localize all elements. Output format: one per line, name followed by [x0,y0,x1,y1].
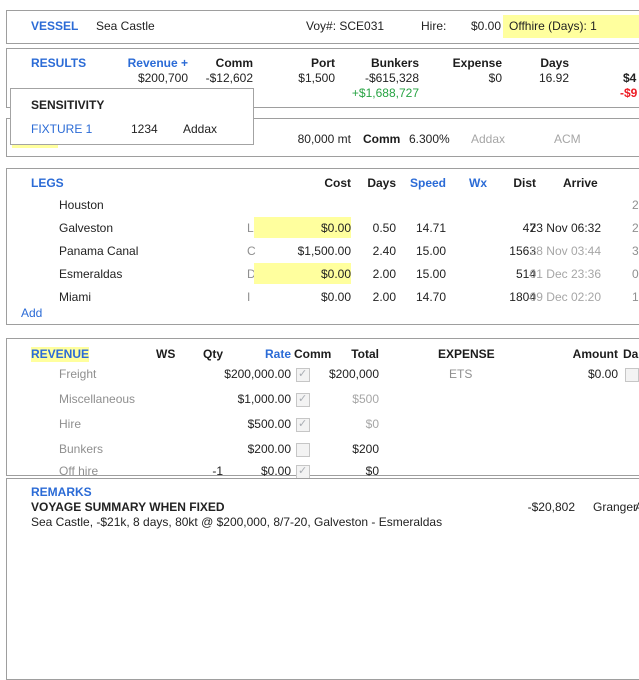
results-bunkers-delta-value: +$1,688,727 [339,86,419,101]
leg-port-name[interactable]: Miami [59,290,91,305]
leg-arrive-value: 01 Dec 23:36 [501,267,601,282]
revenue-total-value: $0 [309,417,379,432]
voyage-number: Voy#: SCE031 [306,19,384,34]
revenue-header-rate[interactable]: Rate [221,347,291,362]
remarks-title: VOYAGE SUMMARY WHEN FIXED [31,500,225,515]
results-header-bunkers: Bunkers [339,56,419,71]
vessel-section-label[interactable]: VESSEL [31,19,78,34]
revenue-total-value: $0 [309,464,379,479]
results-tce-delta-value: -$9 [620,86,637,101]
legs-header-speed[interactable]: Speed [376,176,446,191]
legs-header-dist: Dist [466,176,536,191]
revenue-row-label: Off hire [59,464,98,479]
revenue-comm-checkbox[interactable] [296,393,310,407]
hire-value-field[interactable]: $0.00 [441,19,501,34]
leg-port-name[interactable]: Houston [59,198,104,213]
revenue-comm-checkbox[interactable] [296,368,310,382]
vessel-name-field[interactable]: Sea Castle [96,19,155,34]
leg-cut-column: 2 [632,221,639,236]
revenue-comm-checkbox[interactable] [296,418,310,432]
leg-type-code: C [247,244,256,259]
leg-arrive-value: 09 Dec 02:20 [501,290,601,305]
leg-arrive-value: 23 Nov 06:32 [501,221,601,236]
revenue-total-value: $200,000 [309,367,379,382]
legs-header-arrive: Arrive [563,176,598,191]
revenue-rate-field[interactable]: $1,000.00 [221,392,291,407]
expense-amount-field[interactable]: $0.00 [548,367,618,382]
revenue-qty-field[interactable]: -1 [153,464,223,479]
leg-cost-field[interactable]: $0.00 [271,267,351,282]
leg-cost-field[interactable]: $0.00 [271,221,351,236]
revenue-total-value: $500 [309,392,379,407]
revenue-rate-field[interactable]: $200,000.00 [221,367,291,382]
revenue-row-label: Bunkers [59,442,103,457]
leg-cut-column: 0 [632,267,639,282]
leg-port-name[interactable]: Galveston [59,221,113,236]
revenue-row-label: Hire [59,417,81,432]
cargo-broker[interactable]: ACM [554,132,581,147]
revenue-row-label: Freight [59,367,96,382]
sensitivity-fixture-name: Addax [183,122,217,137]
leg-type-code: L [247,221,254,236]
sensitivity-fixture-link[interactable]: FIXTURE 1 [31,122,92,137]
cargo-comm-label: Comm [363,132,400,147]
leg-port-name[interactable]: Esmeraldas [59,267,122,282]
results-header-days: Days [489,56,569,71]
revenue-section-label[interactable]: REVENUE [31,347,89,362]
revenue-total-value: $200 [309,442,379,457]
expense-header-amount: Amount [548,347,618,362]
remarks-section: REMARKS VOYAGE SUMMARY WHEN FIXED Sea Ca… [6,478,639,680]
results-port-value: $1,500 [255,71,335,86]
results-section-label[interactable]: RESULTS [31,56,86,71]
results-header-comm: Comm [173,56,253,71]
results-days-value: 16.92 [489,71,569,86]
offhire-days-field[interactable]: Offhire (Days): 1 [509,19,597,34]
leg-port-name[interactable]: Panama Canal [59,244,138,259]
results-comm-value: -$12,602 [173,71,253,86]
remarks-pnl-value: -$20,802 [505,500,575,515]
remarks-date: Aug [635,500,639,515]
remarks-broker: Granger [593,500,637,515]
revenue-rate-field[interactable]: $500.00 [221,417,291,432]
revenue-header-qty: Qty [153,347,223,362]
leg-cut-column: 1 [632,290,639,305]
expense-section-label: EXPENSE [438,347,495,362]
revenue-section: REVENUE WS Qty Rate Comm Total EXPENSE A… [6,338,639,476]
results-bunkers-value: -$615,328 [339,71,419,86]
results-header-port: Port [255,56,335,71]
revenue-comm-checkbox[interactable] [296,465,310,479]
results-tce-value: $4 [623,71,636,86]
leg-type-code: I [247,290,250,305]
sensitivity-title: SENSITIVITY [31,98,104,113]
leg-speed-value[interactable]: 14.71 [376,221,446,236]
expense-date-checkbox[interactable] [625,368,639,382]
remarks-body-text[interactable]: Sea Castle, -$21k, 8 days, 80kt @ $200,0… [31,515,442,530]
legs-section: LEGS Cost Days Speed Wx Dist Arrive Hous… [6,168,639,325]
leg-speed-value[interactable]: 15.00 [376,244,446,259]
leg-cut-column: 3 [632,244,639,259]
revenue-rate-field[interactable]: $0.00 [221,464,291,479]
legs-section-label[interactable]: LEGS [31,176,64,191]
vessel-section: VESSEL Sea Castle Voy#: SCE031 Hire: $0.… [6,10,639,44]
cargo-quantity-field[interactable]: 80,000 mt [251,132,351,147]
leg-cut-column: 2 [632,198,639,213]
cargo-comm-value-field[interactable]: 6.300% [409,132,450,147]
cargo-charterer[interactable]: Addax [471,132,505,147]
revenue-row-label: Miscellaneous [59,392,135,407]
add-leg-link[interactable]: Add [21,306,42,321]
leg-arrive-value: 28 Nov 03:44 [501,244,601,259]
expense-header-date: Da [623,347,638,362]
revenue-header-total: Total [309,347,379,362]
revenue-rate-field[interactable]: $200.00 [221,442,291,457]
expense-row-label: ETS [449,367,472,382]
leg-speed-value[interactable]: 15.00 [376,267,446,282]
revenue-comm-checkbox[interactable] [296,443,310,457]
sensitivity-popup: SENSITIVITY FIXTURE 1 1234 Addax [10,88,254,145]
leg-speed-value[interactable]: 14.70 [376,290,446,305]
sensitivity-fixture-code: 1234 [131,122,158,137]
remarks-section-label[interactable]: REMARKS [31,485,92,500]
